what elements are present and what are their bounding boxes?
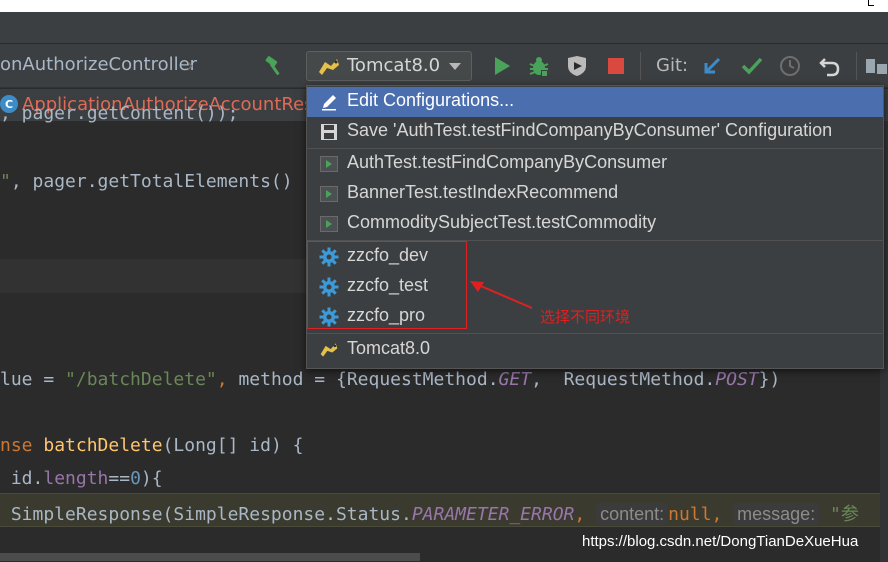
- horizontal-scrollbar[interactable]: [0, 553, 420, 561]
- menu-item-tomcat[interactable]: Tomcat8.0: [307, 335, 883, 365]
- tomcat-icon: [317, 56, 341, 78]
- tomcat-icon: [319, 340, 339, 360]
- menu-item-commodity-test[interactable]: CommoditySubjectTest.testCommodity: [307, 209, 883, 239]
- vcs-commit-check-icon[interactable]: [740, 54, 764, 78]
- menu-item-banner-test[interactable]: BannerTest.testIndexRecommend: [307, 179, 883, 209]
- code-line: nse batchDelete(Long[] id) {: [0, 435, 304, 456]
- annotation-text: 选择不同环境: [540, 308, 631, 326]
- junit-config-icon: [319, 184, 339, 204]
- toolbar-separator: [640, 52, 641, 80]
- menu-divider: [307, 333, 883, 334]
- top-strip: [0, 0, 888, 12]
- save-icon: [319, 122, 339, 142]
- code-line: SimpleResponse(SimpleResponse.Status.PAR…: [0, 503, 859, 525]
- parameter-hint-message: message:: [733, 503, 820, 525]
- junit-config-icon: [319, 154, 339, 174]
- project-structure-icon[interactable]: [864, 54, 888, 78]
- run-with-coverage-icon[interactable]: [564, 54, 590, 78]
- title-bar: [0, 12, 888, 44]
- corner-mark: [868, 0, 874, 6]
- annotation-highlight-box: [307, 241, 467, 329]
- menu-item-save-configuration[interactable]: Save 'AuthTest.testFindCompanyByConsumer…: [307, 117, 883, 147]
- code-line: id.length==0){: [0, 468, 163, 489]
- run-configuration-combo[interactable]: Tomcat8.0: [306, 51, 472, 81]
- code-line: lue = "/batchDelete", method = {RequestM…: [0, 369, 781, 390]
- breadcrumb-chevron-icon: ›: [186, 53, 194, 77]
- run-configuration-label: Tomcat8.0: [347, 55, 441, 76]
- main-toolbar: onAuthorizeController › Tomcat8.0 Git:: [0, 44, 888, 88]
- watermark: https://blog.csdn.net/DongTianDeXueHua: [582, 533, 859, 550]
- vcs-update-icon[interactable]: [700, 54, 724, 78]
- menu-item-auth-test[interactable]: AuthTest.testFindCompanyByConsumer: [307, 149, 883, 179]
- build-hammer-icon[interactable]: [262, 54, 288, 78]
- vcs-revert-icon[interactable]: [818, 54, 842, 78]
- chevron-down-icon: [449, 63, 461, 70]
- vcs-history-clock-icon[interactable]: [778, 54, 802, 78]
- annotation-arrow-icon: [470, 281, 533, 309]
- toolbar-separator: [856, 52, 857, 80]
- debug-bug-icon[interactable]: [526, 54, 552, 78]
- menu-item-edit-configurations[interactable]: Edit Configurations...: [307, 87, 883, 117]
- breadcrumb[interactable]: onAuthorizeController: [0, 54, 197, 75]
- parameter-hint-content: content:: [596, 503, 669, 525]
- code-line: , pager.getContent());: [0, 103, 239, 124]
- run-icon[interactable]: [490, 54, 514, 78]
- code-line: ", pager.getTotalElements(): [0, 171, 293, 192]
- junit-config-icon: [319, 214, 339, 234]
- stop-icon[interactable]: [604, 54, 628, 78]
- git-label: Git:: [656, 55, 689, 76]
- pencil-icon: [319, 92, 339, 112]
